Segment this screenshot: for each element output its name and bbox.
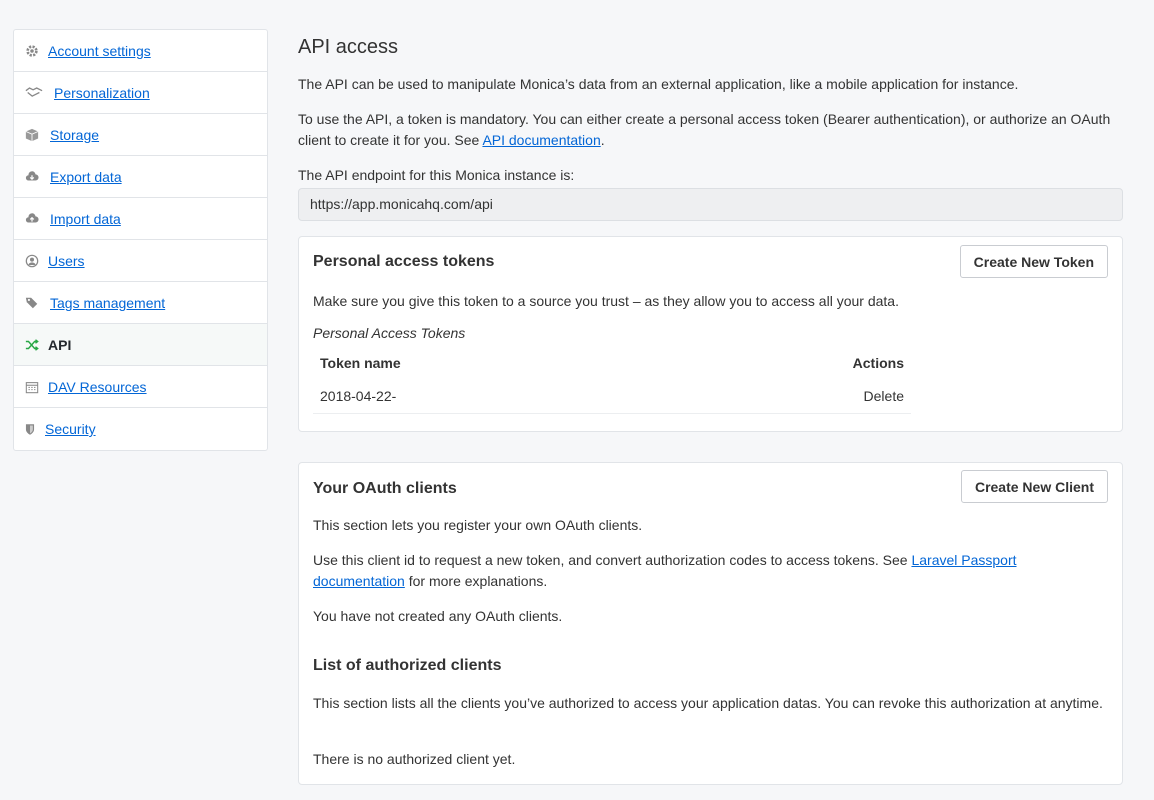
column-header-token-name: Token name (320, 354, 401, 371)
sidebar-item-dav-resources[interactable]: DAV Resources (14, 366, 267, 408)
sidebar-item-import-data[interactable]: Import data (14, 198, 267, 240)
api-endpoint-field[interactable]: https://app.monicahq.com/api (298, 188, 1123, 221)
sidebar-item-label[interactable]: Tags management (50, 295, 165, 311)
oauth-clients-panel: Your OAuth clients Create New Client Thi… (298, 462, 1123, 785)
handshake-icon (24, 85, 44, 101)
usage-suffix: for more explanations. (404, 573, 548, 589)
user-circle-icon (24, 253, 40, 269)
api-settings-main: API access The API can be used to manipu… (298, 30, 1123, 785)
authorized-clients-title: List of authorized clients (313, 657, 502, 674)
column-header-actions: Actions (852, 354, 904, 371)
create-new-token-button[interactable]: Create New Token (959, 245, 1108, 278)
sidebar-item-label[interactable]: Storage (50, 127, 99, 143)
sidebar-item-label[interactable]: API (48, 337, 71, 353)
personal-access-tokens-panel: Personal access tokens Create New Token … (298, 236, 1123, 432)
sidebar-item-label[interactable]: DAV Resources (48, 379, 147, 395)
sidebar-item-label[interactable]: Users (48, 253, 85, 269)
oauth-clients-title: Your OAuth clients (313, 480, 457, 497)
random-icon (24, 337, 40, 353)
oauth-clients-empty-text: You have not created any OAuth clients. (313, 608, 563, 624)
oauth-clients-description: This section lets you register your own … (313, 517, 643, 533)
api-intro-text: The API can be used to manipulate Monica… (298, 76, 1019, 92)
sidebar-item-security[interactable]: Security (14, 408, 267, 450)
authorized-clients-description: This section lists all the clients you’v… (313, 695, 1103, 711)
sidebar-item-api[interactable]: API (14, 324, 267, 366)
token-info-period: . (600, 132, 605, 148)
personal-access-tokens-title: Personal access tokens (313, 253, 495, 270)
settings-sidebar: Account settings Personalization Storage… (13, 29, 268, 451)
sidebar-item-export-data[interactable]: Export data (14, 156, 267, 198)
table-header-row: Token name Actions (313, 346, 911, 379)
authorized-clients-empty-text: There is no authorized client yet. (313, 751, 516, 767)
cloud-download-icon (24, 169, 40, 185)
delete-token-link[interactable]: Delete (666, 379, 911, 414)
create-new-client-button[interactable]: Create New Client (960, 470, 1108, 503)
cloud-upload-icon (24, 211, 40, 227)
token-info-text: To use the API, a token is mandatory. Yo… (298, 109, 1123, 151)
oauth-clients-usage-text: Use this client id to request a new toke… (313, 550, 1108, 592)
table-row: 2018-04-22- Delete (313, 379, 911, 414)
tokens-table-caption: Personal Access Tokens (313, 325, 466, 341)
sidebar-item-tags-management[interactable]: Tags management (14, 282, 267, 324)
sidebar-item-personalization[interactable]: Personalization (14, 72, 267, 114)
endpoint-label: The API endpoint for this Monica instanc… (298, 167, 575, 183)
sidebar-item-storage[interactable]: Storage (14, 114, 267, 156)
shield-icon (24, 421, 36, 437)
usage-sentence: Use this client id to request a new toke… (313, 552, 912, 568)
box-icon (24, 127, 40, 143)
sidebar-item-account-settings[interactable]: Account settings (14, 30, 267, 72)
token-info-sentence: To use the API, a token is mandatory. Yo… (298, 111, 1111, 148)
sidebar-item-users[interactable]: Users (14, 240, 267, 282)
api-documentation-link[interactable]: API documentation (482, 132, 600, 148)
tokens-table: Token name Actions 2018-04-22- Delete (313, 346, 911, 414)
tokens-description: Make sure you give this token to a sourc… (313, 293, 899, 309)
sidebar-item-label[interactable]: Account settings (48, 43, 151, 59)
token-name-cell: 2018-04-22- (313, 379, 667, 414)
tags-icon (24, 295, 40, 311)
sidebar-item-label[interactable]: Import data (50, 211, 121, 227)
page-title: API access (298, 36, 399, 58)
calendar-icon (24, 379, 40, 395)
sidebar-item-label[interactable]: Personalization (54, 85, 150, 101)
sidebar-item-label[interactable]: Export data (50, 169, 122, 185)
sidebar-item-label[interactable]: Security (45, 421, 96, 437)
gear-icon (24, 43, 40, 59)
